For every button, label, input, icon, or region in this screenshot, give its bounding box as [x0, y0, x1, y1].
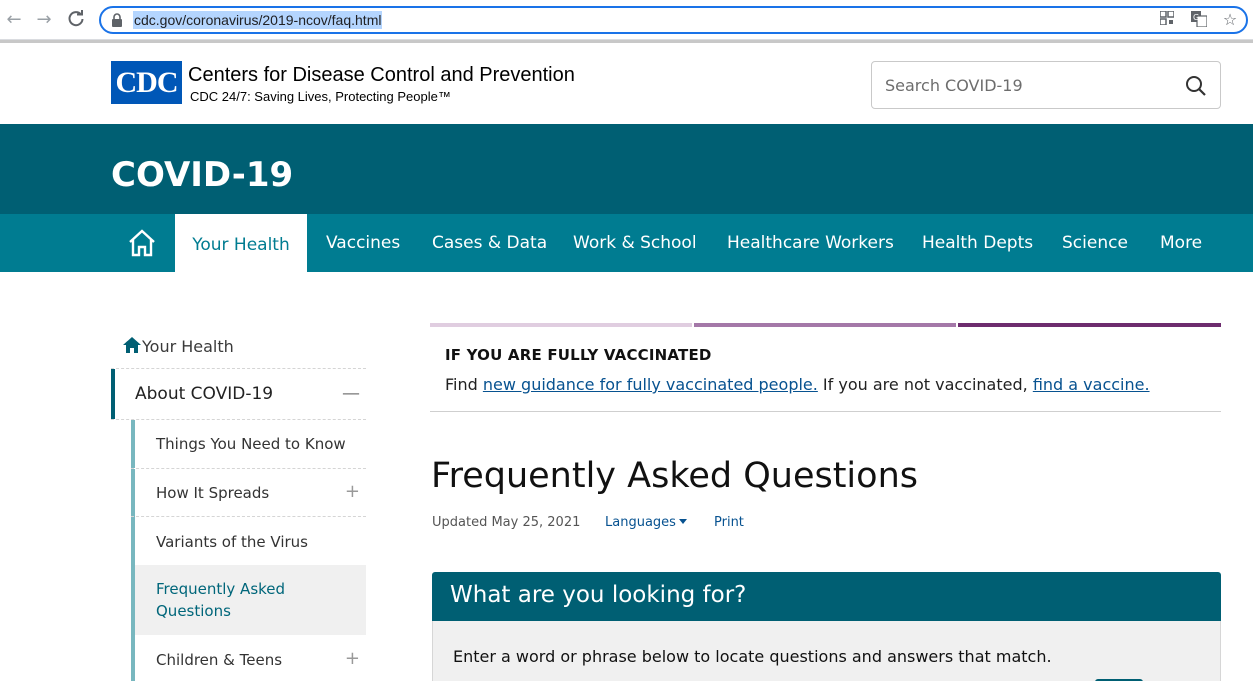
fully-vaccinated-guidance-link[interactable]: new guidance for fully vaccinated people…: [483, 375, 818, 394]
bookmark-star-icon[interactable]: ☆: [1221, 11, 1239, 29]
org-name[interactable]: Centers for Disease Control and Preventi…: [188, 64, 575, 87]
alert-title: IF YOU ARE FULLY VACCINATED: [445, 346, 712, 364]
alert-bar-segment: [958, 323, 1221, 327]
home-icon: [123, 337, 141, 353]
faq-search-instructions: Enter a word or phrase below to locate q…: [453, 647, 1052, 666]
updated-date: Updated May 25, 2021: [432, 515, 581, 530]
url-text[interactable]: cdc.gov/coronavirus/2019-ncov/faq.html: [133, 11, 383, 29]
svg-text:G: G: [1193, 13, 1199, 22]
alert-text: Find new guidance for fully vaccinated p…: [445, 375, 1150, 394]
lock-icon: [112, 13, 122, 27]
collapse-icon[interactable]: —: [342, 383, 360, 404]
faq-search-header: What are you looking for?: [432, 572, 1221, 621]
org-tagline: CDC 24/7: Saving Lives, Protecting Peopl…: [190, 89, 451, 104]
leftnav-item-label: How It Spreads: [156, 484, 270, 502]
search-placeholder: Search COVID-19: [885, 76, 1023, 95]
leftnav-item-how-it-spreads[interactable]: How It Spreads +: [131, 469, 366, 517]
leftnav-item-label: Frequently Asked Questions: [156, 580, 286, 620]
alert-bar-segment: [694, 323, 956, 327]
nav-health-depts[interactable]: Health Depts: [922, 214, 1033, 272]
print-link[interactable]: Print: [714, 515, 744, 530]
forward-arrow-icon[interactable]: →: [34, 10, 54, 30]
cdc-logo[interactable]: CDC: [111, 61, 182, 104]
nav-work-school[interactable]: Work & School: [573, 214, 697, 272]
reload-icon[interactable]: [66, 10, 86, 30]
leftnav-item-children-teens[interactable]: Children & Teens +: [131, 635, 366, 681]
address-bar[interactable]: cdc.gov/coronavirus/2019-ncov/faq.html G…: [99, 6, 1248, 34]
languages-label: Languages: [605, 515, 676, 530]
expand-icon[interactable]: +: [345, 648, 360, 669]
leftnav-heading[interactable]: Your Health: [122, 336, 234, 356]
nav-vaccines[interactable]: Vaccines: [326, 214, 400, 272]
caret-down-icon: [678, 519, 687, 524]
faq-search-body: Enter a word or phrase below to locate q…: [432, 621, 1221, 681]
nav-science[interactable]: Science: [1062, 214, 1128, 272]
leftnav-item-variants[interactable]: Variants of the Virus: [131, 517, 366, 565]
qr-code-icon[interactable]: [1158, 10, 1176, 29]
divider: [430, 411, 1221, 412]
expand-icon[interactable]: +: [345, 481, 360, 502]
languages-dropdown[interactable]: Languages: [605, 515, 687, 530]
toolbar-divider: [0, 40, 1253, 43]
home-icon[interactable]: [127, 229, 157, 257]
nav-healthcare-workers[interactable]: Healthcare Workers: [727, 214, 894, 272]
leftnav-item-label: Children & Teens: [156, 651, 283, 669]
alert-text-part: If you are not vaccinated,: [817, 375, 1033, 394]
leftnav-item-label: Things You Need to Know: [156, 435, 346, 453]
leftnav-section-label: About COVID-19: [135, 384, 274, 404]
top-navigation: Your Health Vaccines Cases & Data Work &…: [0, 214, 1253, 272]
site-banner: COVID-19: [0, 124, 1253, 214]
translate-icon[interactable]: G: [1190, 11, 1208, 29]
search-input[interactable]: Search COVID-19: [871, 61, 1221, 109]
alert-text-part: Find: [445, 375, 483, 394]
faq-search-title: What are you looking for?: [450, 582, 747, 608]
leftnav-item-faq[interactable]: Frequently Asked Questions: [131, 565, 366, 635]
leftnav-item-things-to-know[interactable]: Things You Need to Know: [131, 420, 366, 468]
leftnav-heading-label: Your Health: [142, 337, 234, 356]
alert-bar-segment: [430, 323, 692, 327]
leftnav-about-covid[interactable]: About COVID-19 —: [111, 369, 366, 419]
site-title[interactable]: COVID-19: [111, 155, 293, 195]
leftnav-item-label: Variants of the Virus: [156, 533, 308, 551]
nav-more[interactable]: More: [1160, 214, 1202, 272]
back-arrow-icon[interactable]: ←: [4, 10, 24, 30]
search-icon[interactable]: [1184, 74, 1208, 98]
nav-your-health[interactable]: Your Health: [175, 214, 307, 272]
find-vaccine-link[interactable]: find a vaccine.: [1033, 375, 1150, 394]
browser-toolbar: ← → cdc.gov/coronavirus/2019-ncov/faq.ht…: [0, 0, 1253, 40]
page-title: Frequently Asked Questions: [431, 456, 918, 496]
nav-cases-data[interactable]: Cases & Data: [432, 214, 547, 272]
